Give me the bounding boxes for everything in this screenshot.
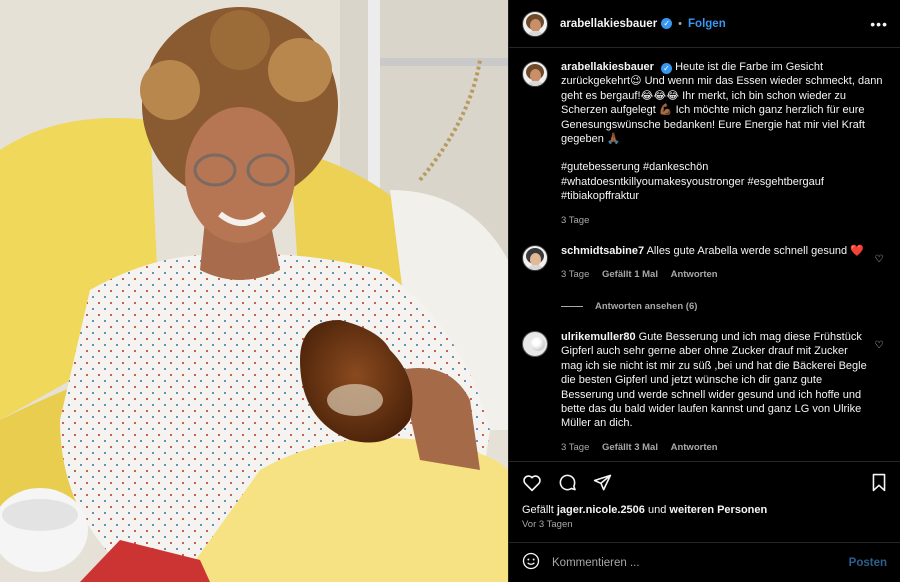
comment-likes[interactable]: Gefällt 3 Mal xyxy=(602,442,658,453)
comment-composer: Posten xyxy=(509,542,900,582)
like-comment-heart-icon[interactable]: ♡ xyxy=(872,340,886,351)
avatar[interactable] xyxy=(522,10,548,37)
comment-username[interactable]: ulrikemuller80 xyxy=(561,331,636,343)
comment-username[interactable]: schmidtsabine7 xyxy=(561,245,644,257)
verified-badge-icon: ✓ xyxy=(661,63,673,74)
post-actions-bar xyxy=(509,461,900,503)
comment-text: Gute Besserung und ich mag diese Frühstü… xyxy=(561,330,867,430)
save-bookmark-icon[interactable] xyxy=(871,473,887,492)
hashtag-line[interactable]: #whatdoesntkillyoumakesyoustronger #esge… xyxy=(561,175,886,189)
share-paper-plane-icon[interactable] xyxy=(593,473,612,492)
reply-button[interactable]: Antworten xyxy=(671,442,718,453)
post-photo[interactable] xyxy=(0,0,508,582)
photo-illustration xyxy=(0,0,508,582)
comments-section[interactable]: arabellakiesbauer ✓ Heute ist die Farbe … xyxy=(509,48,900,461)
emoji-icon[interactable] xyxy=(522,552,540,573)
avatar[interactable] xyxy=(522,61,548,87)
header-username[interactable]: arabellakiesbauer xyxy=(560,18,657,30)
caption-username[interactable]: arabellakiesbauer xyxy=(561,61,654,73)
post-date[interactable]: Vor 3 Tagen xyxy=(509,517,900,530)
caption-hashtags: #gutebesserung #dankeschön #whatdoesntki… xyxy=(561,160,886,203)
caption-text: Heute ist die Farbe im Gesicht zurückgek… xyxy=(561,61,883,146)
likes-prefix: Gefällt xyxy=(522,504,554,516)
comment-time[interactable]: 3 Tage xyxy=(561,269,589,280)
comment-time[interactable]: 3 Tage xyxy=(561,442,589,453)
caption: arabellakiesbauer ✓ Heute ist die Farbe … xyxy=(522,60,886,228)
follow-button[interactable]: Folgen xyxy=(688,18,726,30)
likes-summary[interactable]: Gefällt jager.nicole.2506 und weiteren P… xyxy=(509,503,900,517)
verified-badge-icon: ✓ xyxy=(661,18,673,29)
hashtag-line[interactable]: #gutebesserung #dankeschön xyxy=(561,160,886,174)
likes-others[interactable]: weiteren Personen xyxy=(669,504,767,516)
more-options-icon[interactable]: ••• xyxy=(870,16,888,32)
comment-bubble-icon[interactable] xyxy=(558,473,577,492)
comment-likes[interactable]: Gefällt 1 Mal xyxy=(602,269,658,280)
comment-text: Alles gute Arabella werde schnell gesund… xyxy=(646,245,864,258)
like-heart-icon[interactable] xyxy=(522,474,542,492)
divider xyxy=(561,305,583,307)
comment-item: schmidtsabine7 Alles gute Arabella werde… xyxy=(522,244,886,283)
reply-button[interactable]: Antworten xyxy=(671,269,718,280)
likes-middle: und xyxy=(647,504,667,516)
avatar[interactable] xyxy=(522,330,548,357)
comment-item: ulrikemuller80 Gute Besserung und ich ma… xyxy=(522,330,886,455)
post-detail-panel: arabellakiesbauer ✓ • Folgen ••• arabell… xyxy=(508,0,900,582)
caption-time[interactable]: 3 Tage xyxy=(561,215,589,226)
avatar[interactable] xyxy=(522,245,548,272)
view-replies-button[interactable]: Antworten ansehen (6) xyxy=(561,301,886,312)
separator-dot: • xyxy=(678,17,683,30)
comment-input[interactable] xyxy=(552,556,849,569)
post-header: arabellakiesbauer ✓ • Folgen ••• xyxy=(509,0,900,48)
view-replies-label[interactable]: Antworten ansehen (6) xyxy=(595,301,697,312)
post-comment-button[interactable]: Posten xyxy=(849,557,887,569)
liked-by-username[interactable]: jager.nicole.2506 xyxy=(557,504,645,516)
like-comment-heart-icon[interactable]: ♡ xyxy=(872,254,886,265)
hashtag-line[interactable]: #tibiakopffraktur xyxy=(561,189,886,203)
